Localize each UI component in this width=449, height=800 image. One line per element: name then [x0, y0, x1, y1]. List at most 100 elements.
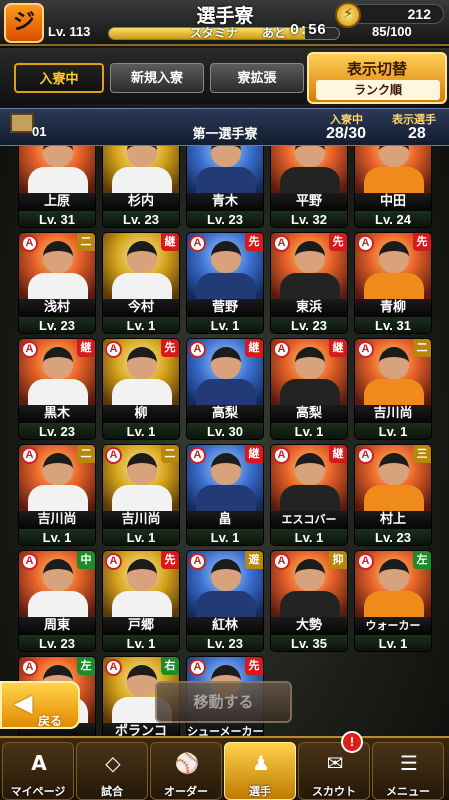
grade-badge-icon: A — [21, 235, 38, 252]
player-card[interactable]: A 遊紅林 Lv. 23 — [186, 550, 264, 652]
player-head — [127, 146, 157, 167]
player-head — [43, 453, 73, 485]
nav-item-game[interactable]: ◇ 試合 — [76, 742, 148, 800]
header-bar: ジ 選手寮 Lv. 113 スタミナ あと 0:56 85/100 ⚡ 212 — [0, 0, 449, 46]
dorm-info-bar: 01 第一選手寮 入寮中 28/30 表示選手 28 — [0, 108, 449, 146]
position-badge: 抑 — [329, 551, 347, 569]
player-card[interactable]: A 先東浜 Lv. 23 — [270, 232, 348, 334]
player-card[interactable]: A 先菅野 Lv. 1 — [186, 232, 264, 334]
grade-badge-icon: A — [21, 553, 38, 570]
player-name: 上原 — [19, 193, 95, 211]
grade-badge-icon: A — [357, 447, 374, 464]
player-card[interactable]: A 左ウォーカー Lv. 1 — [354, 550, 432, 652]
player-head — [127, 347, 157, 379]
nav-label: メニュー — [386, 785, 430, 798]
player-level: Lv. 1 — [103, 635, 179, 651]
player-portrait — [355, 146, 431, 197]
nav-item-menu[interactable]: ☰ メニュー — [372, 742, 444, 800]
grade-badge-icon: A — [189, 235, 206, 252]
player-name: 菅野 — [187, 299, 263, 317]
tab-row: 入寮中 新規入寮 寮拡張 表示切替 ランク順 — [0, 48, 449, 104]
player-name: エスコバー — [271, 511, 347, 529]
player-card[interactable]: A 継畠 Lv. 1 — [186, 444, 264, 546]
player-card[interactable]: A 中周東 Lv. 23 — [18, 550, 96, 652]
player-head — [127, 241, 157, 273]
player-name: 青柳 — [355, 299, 431, 317]
player-level: Lv. 1 — [355, 423, 431, 439]
player-head — [295, 347, 325, 379]
player-name: 大勢 — [271, 617, 347, 635]
position-badge: 先 — [413, 233, 431, 251]
scout-notification-badge: ! — [341, 731, 363, 753]
shown-players-value: 28 — [408, 125, 426, 142]
player-card[interactable]: A 先柳 Lv. 1 — [102, 338, 180, 440]
player-card[interactable]: 中田 Lv. 24 — [354, 146, 432, 228]
tab-new-residents[interactable]: 新規入寮 — [110, 63, 204, 93]
player-portrait — [103, 146, 179, 197]
grade-badge-icon: A — [21, 659, 38, 676]
nav-item-order[interactable]: ⚾ オーダー — [150, 742, 222, 800]
player-card[interactable]: A 二浅村 Lv. 23 — [18, 232, 96, 334]
position-badge: 先 — [329, 233, 347, 251]
position-badge: 左 — [77, 657, 95, 675]
player-card[interactable]: A 継高梨 Lv. 1 — [270, 338, 348, 440]
player-head — [127, 665, 157, 697]
nav-label: オーダー — [164, 785, 208, 798]
position-badge: 継 — [161, 233, 179, 251]
tab-dorm-expansion[interactable]: 寮拡張 — [210, 63, 304, 93]
player-name: 柳 — [103, 405, 179, 423]
grade-badge-icon: A — [189, 553, 206, 570]
player-card[interactable]: A 二吉川尚 Lv. 1 — [18, 444, 96, 546]
player-card[interactable]: A 継高梨 Lv. 30 — [186, 338, 264, 440]
position-badge: 先 — [245, 233, 263, 251]
move-button[interactable]: 移動する — [155, 681, 292, 723]
player-head — [211, 241, 241, 273]
nav-item-scout[interactable]: ✉ スカウト — [298, 742, 370, 800]
player-head — [295, 559, 325, 591]
player-card[interactable]: A 三村上 Lv. 23 — [354, 444, 432, 546]
sort-toggle-button[interactable]: 表示切替 ランク順 — [307, 52, 447, 104]
player-name: 畠 — [187, 511, 263, 529]
player-card-grid[interactable]: 上原 Lv. 31 杉内 Lv. 23 青木 Lv. 23 平野 Lv. 32 中田 Lv. 24… — [0, 146, 449, 736]
player-level: Lv. 30 — [187, 423, 263, 439]
player-card[interactable]: 平野 Lv. 32 — [270, 146, 348, 228]
baseball-icon: ⚾ — [174, 751, 200, 775]
player-card[interactable]: A 抑大勢 Lv. 35 — [270, 550, 348, 652]
stamina-label: スタミナ — [190, 26, 239, 40]
player-card[interactable]: A 二吉川尚 Lv. 1 — [354, 338, 432, 440]
player-card[interactable]: 上原 Lv. 31 — [18, 146, 96, 228]
player-head — [379, 559, 409, 591]
nav-label: マイページ — [10, 785, 66, 798]
player-card[interactable]: A 継黒木 Lv. 23 — [18, 338, 96, 440]
sort-title: 表示切替 — [346, 60, 407, 78]
position-badge: 三 — [413, 445, 431, 463]
coin-counter[interactable]: ⚡ 212 — [335, 2, 444, 28]
player-level: Lv. 1 — [103, 423, 179, 439]
back-button[interactable]: ◀ 戻る — [0, 681, 80, 729]
nav-item-mypage[interactable]: A マイページ — [2, 742, 74, 800]
player-card[interactable]: 杉内 Lv. 23 — [102, 146, 180, 228]
position-badge: 先 — [245, 657, 263, 675]
player-head — [295, 146, 325, 167]
player-level: Lv. 1 — [355, 635, 431, 651]
player-card[interactable]: A 先青柳 Lv. 31 — [354, 232, 432, 334]
player-level: Lv. 23 — [355, 529, 431, 545]
player-card[interactable]: A 先戸郷 Lv. 1 — [102, 550, 180, 652]
player-card[interactable]: A 二吉川尚 Lv. 1 — [102, 444, 180, 546]
player-card[interactable]: 継今村 Lv. 1 — [102, 232, 180, 334]
player-name: 青木 — [187, 193, 263, 211]
player-portrait — [271, 146, 347, 197]
player-icon: ♟ — [252, 751, 270, 775]
player-level: Lv. 23 — [19, 635, 95, 651]
player-head — [43, 559, 73, 591]
team-logo-icon: ジ — [4, 3, 44, 43]
app-screen: ジ 選手寮 Lv. 113 スタミナ あと 0:56 85/100 ⚡ 212 … — [0, 0, 449, 800]
tab-current-residents[interactable]: 入寮中 — [14, 63, 104, 93]
position-badge: 二 — [77, 445, 95, 463]
nav-label: スカウト — [312, 785, 356, 798]
coin-icon: ⚡ — [335, 2, 361, 28]
player-card[interactable]: A 継エスコバー Lv. 1 — [270, 444, 348, 546]
home-icon: A — [31, 751, 47, 775]
player-card[interactable]: 青木 Lv. 23 — [186, 146, 264, 228]
nav-item-players[interactable]: ♟ 選手 — [224, 742, 296, 800]
